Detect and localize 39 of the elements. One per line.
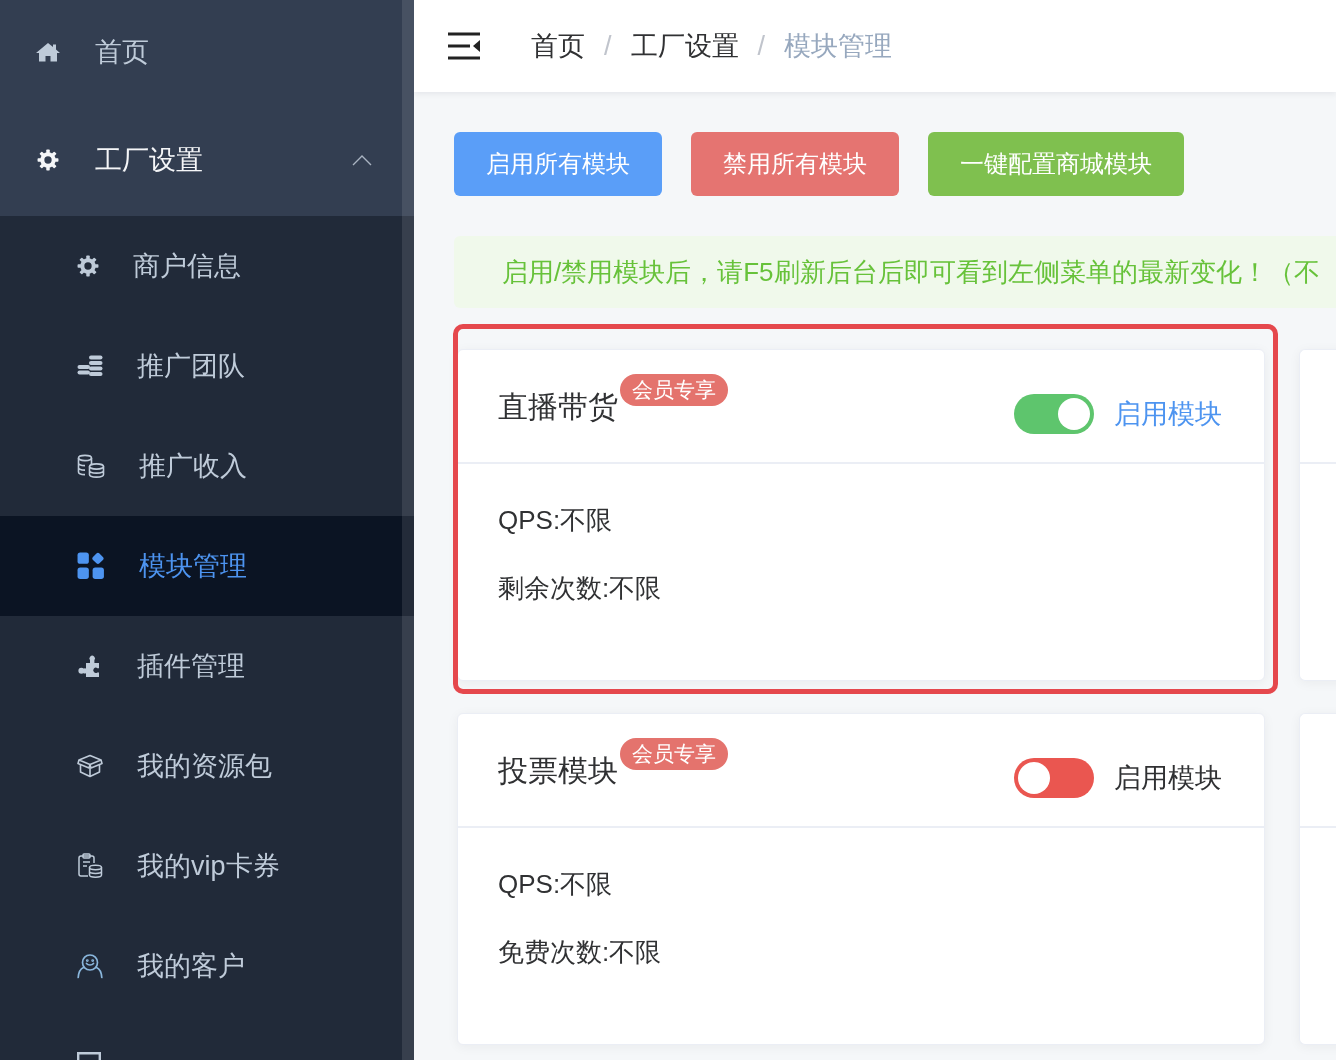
submenu-item[interactable]: 模块管理 — [0, 516, 414, 616]
menu-icon[interactable] — [448, 32, 480, 60]
submenu-item[interactable]: 我的客户 — [0, 916, 414, 1016]
toggle-label: 启用模块 — [1114, 398, 1222, 431]
toggle-label: 启用模块 — [1114, 762, 1222, 795]
breadcrumb-separator: / — [757, 30, 766, 62]
module-detail: QPS:不限 — [498, 868, 613, 901]
box-icon — [77, 754, 103, 778]
grid-icon — [77, 552, 105, 580]
submenu-item[interactable]: 商户信息 — [0, 216, 414, 316]
submenu-item[interactable]: 我的vip卡券 — [0, 816, 414, 916]
clipboard-icon — [77, 853, 103, 879]
home-icon — [36, 42, 60, 62]
breadcrumb-current: 模块管理 — [784, 30, 893, 63]
toggle-switch[interactable] — [1014, 758, 1094, 798]
module-title: 投票模块 — [498, 754, 618, 788]
gear-icon — [36, 149, 60, 171]
breadcrumb-link[interactable]: 工厂设置 — [630, 28, 739, 64]
database-icon — [77, 454, 105, 478]
submenu-item[interactable]: 推广收入 — [0, 416, 414, 516]
coins-icon — [77, 355, 103, 377]
breadcrumb-separator: / — [604, 30, 612, 62]
submenu-item[interactable]: 推广团队 — [0, 316, 414, 416]
menu-item[interactable]: 首页 — [0, 0, 414, 104]
breadcrumb-link[interactable]: 首页 — [531, 28, 585, 64]
menu-item[interactable]: 工厂设置 — [0, 104, 414, 216]
gear-icon — [77, 255, 99, 277]
submenu-item[interactable]: 我的资源包 — [0, 716, 414, 816]
module-title: 直播带货 — [498, 390, 618, 424]
module-detail: QPS:不限 — [498, 504, 613, 537]
user-icon — [77, 953, 103, 979]
member-badge: 会员专享 — [620, 738, 728, 770]
module-detail: 免费次数:不限 — [498, 936, 662, 969]
module-detail: 剩余次数:不限 — [498, 572, 662, 605]
notice-banner: 启用/禁用模块后，请F5刷新后台后即可看到左侧菜单的最新变化！（不 — [454, 236, 1336, 308]
toggle-switch[interactable] — [1014, 394, 1094, 434]
member-badge: 会员专享 — [620, 374, 728, 406]
submenu-item[interactable]: 插件管理 — [0, 616, 414, 716]
screen-icon — [77, 1052, 101, 1060]
